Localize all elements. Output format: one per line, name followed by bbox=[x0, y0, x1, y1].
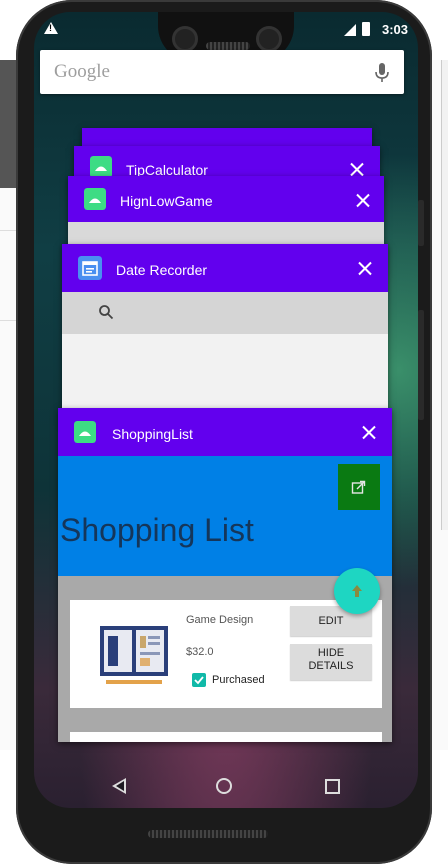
hide-details-label-1: HIDE bbox=[317, 647, 345, 659]
purchased-label: Purchased bbox=[212, 674, 265, 686]
close-icon[interactable] bbox=[356, 193, 370, 207]
share-button[interactable] bbox=[338, 464, 380, 510]
android-app-icon bbox=[90, 156, 112, 178]
add-fab-button[interactable] bbox=[334, 568, 380, 614]
android-app-icon bbox=[84, 188, 106, 210]
search-icon[interactable] bbox=[98, 304, 114, 320]
earpiece bbox=[206, 42, 250, 50]
close-icon[interactable] bbox=[362, 425, 376, 439]
hide-details-label-2: DETAILS bbox=[308, 660, 354, 672]
android-app-icon bbox=[74, 421, 96, 443]
close-icon[interactable] bbox=[350, 162, 364, 176]
item-price: $32.0 bbox=[186, 646, 214, 658]
calendar-app-icon bbox=[78, 256, 102, 280]
home-icon[interactable] bbox=[216, 778, 232, 794]
close-icon[interactable] bbox=[358, 261, 372, 275]
volume-button bbox=[418, 200, 424, 246]
card-title: ShoppingList bbox=[112, 426, 193, 442]
warning-icon bbox=[44, 22, 58, 34]
card-title: HignLowGame bbox=[120, 193, 213, 209]
front-camera bbox=[172, 26, 198, 52]
card-header: Date Recorder bbox=[62, 244, 388, 292]
card-title: Date Recorder bbox=[116, 262, 208, 278]
card-header: HignLowGame bbox=[68, 176, 384, 222]
recents-icon[interactable] bbox=[325, 779, 340, 794]
battery-icon bbox=[362, 22, 370, 36]
status-time: 3:03 bbox=[381, 22, 408, 37]
navigation-bar bbox=[34, 764, 418, 808]
signal-icon bbox=[344, 24, 356, 36]
search-toolbar bbox=[62, 292, 388, 334]
checkmark-icon bbox=[194, 676, 204, 685]
list-item: Game Design $32.0 Purchased EDIT HIDE DE… bbox=[70, 600, 382, 708]
google-search-bar[interactable]: Google bbox=[40, 50, 404, 94]
purchased-checkbox[interactable] bbox=[192, 673, 206, 687]
item-name: Game Design bbox=[186, 614, 254, 626]
google-logo: Google bbox=[54, 61, 110, 82]
mic-icon[interactable] bbox=[372, 62, 392, 84]
bottom-speaker bbox=[148, 830, 268, 838]
card-header: ShoppingList bbox=[58, 408, 392, 456]
phone-frame: 3:03 Google TipCalculator bbox=[16, 0, 432, 864]
hide-details-button[interactable]: HIDE DETAILS bbox=[290, 644, 372, 680]
shopping-header: Shopping List bbox=[58, 456, 392, 576]
arrow-up-icon bbox=[352, 585, 362, 597]
share-icon bbox=[351, 480, 366, 494]
power-button bbox=[418, 310, 424, 420]
phone-screen: 3:03 Google TipCalculator bbox=[34, 12, 418, 808]
front-camera bbox=[256, 26, 282, 52]
list-item bbox=[70, 732, 382, 742]
book-image bbox=[100, 626, 168, 684]
recent-card-date-recorder[interactable]: Date Recorder bbox=[62, 244, 388, 424]
back-icon-inner bbox=[116, 781, 124, 791]
background-scrollbar bbox=[441, 60, 448, 530]
page-title: Shopping List bbox=[60, 512, 254, 548]
recent-card-shoppinglist[interactable]: ShoppingList Shopping List Game Design $… bbox=[58, 408, 392, 742]
